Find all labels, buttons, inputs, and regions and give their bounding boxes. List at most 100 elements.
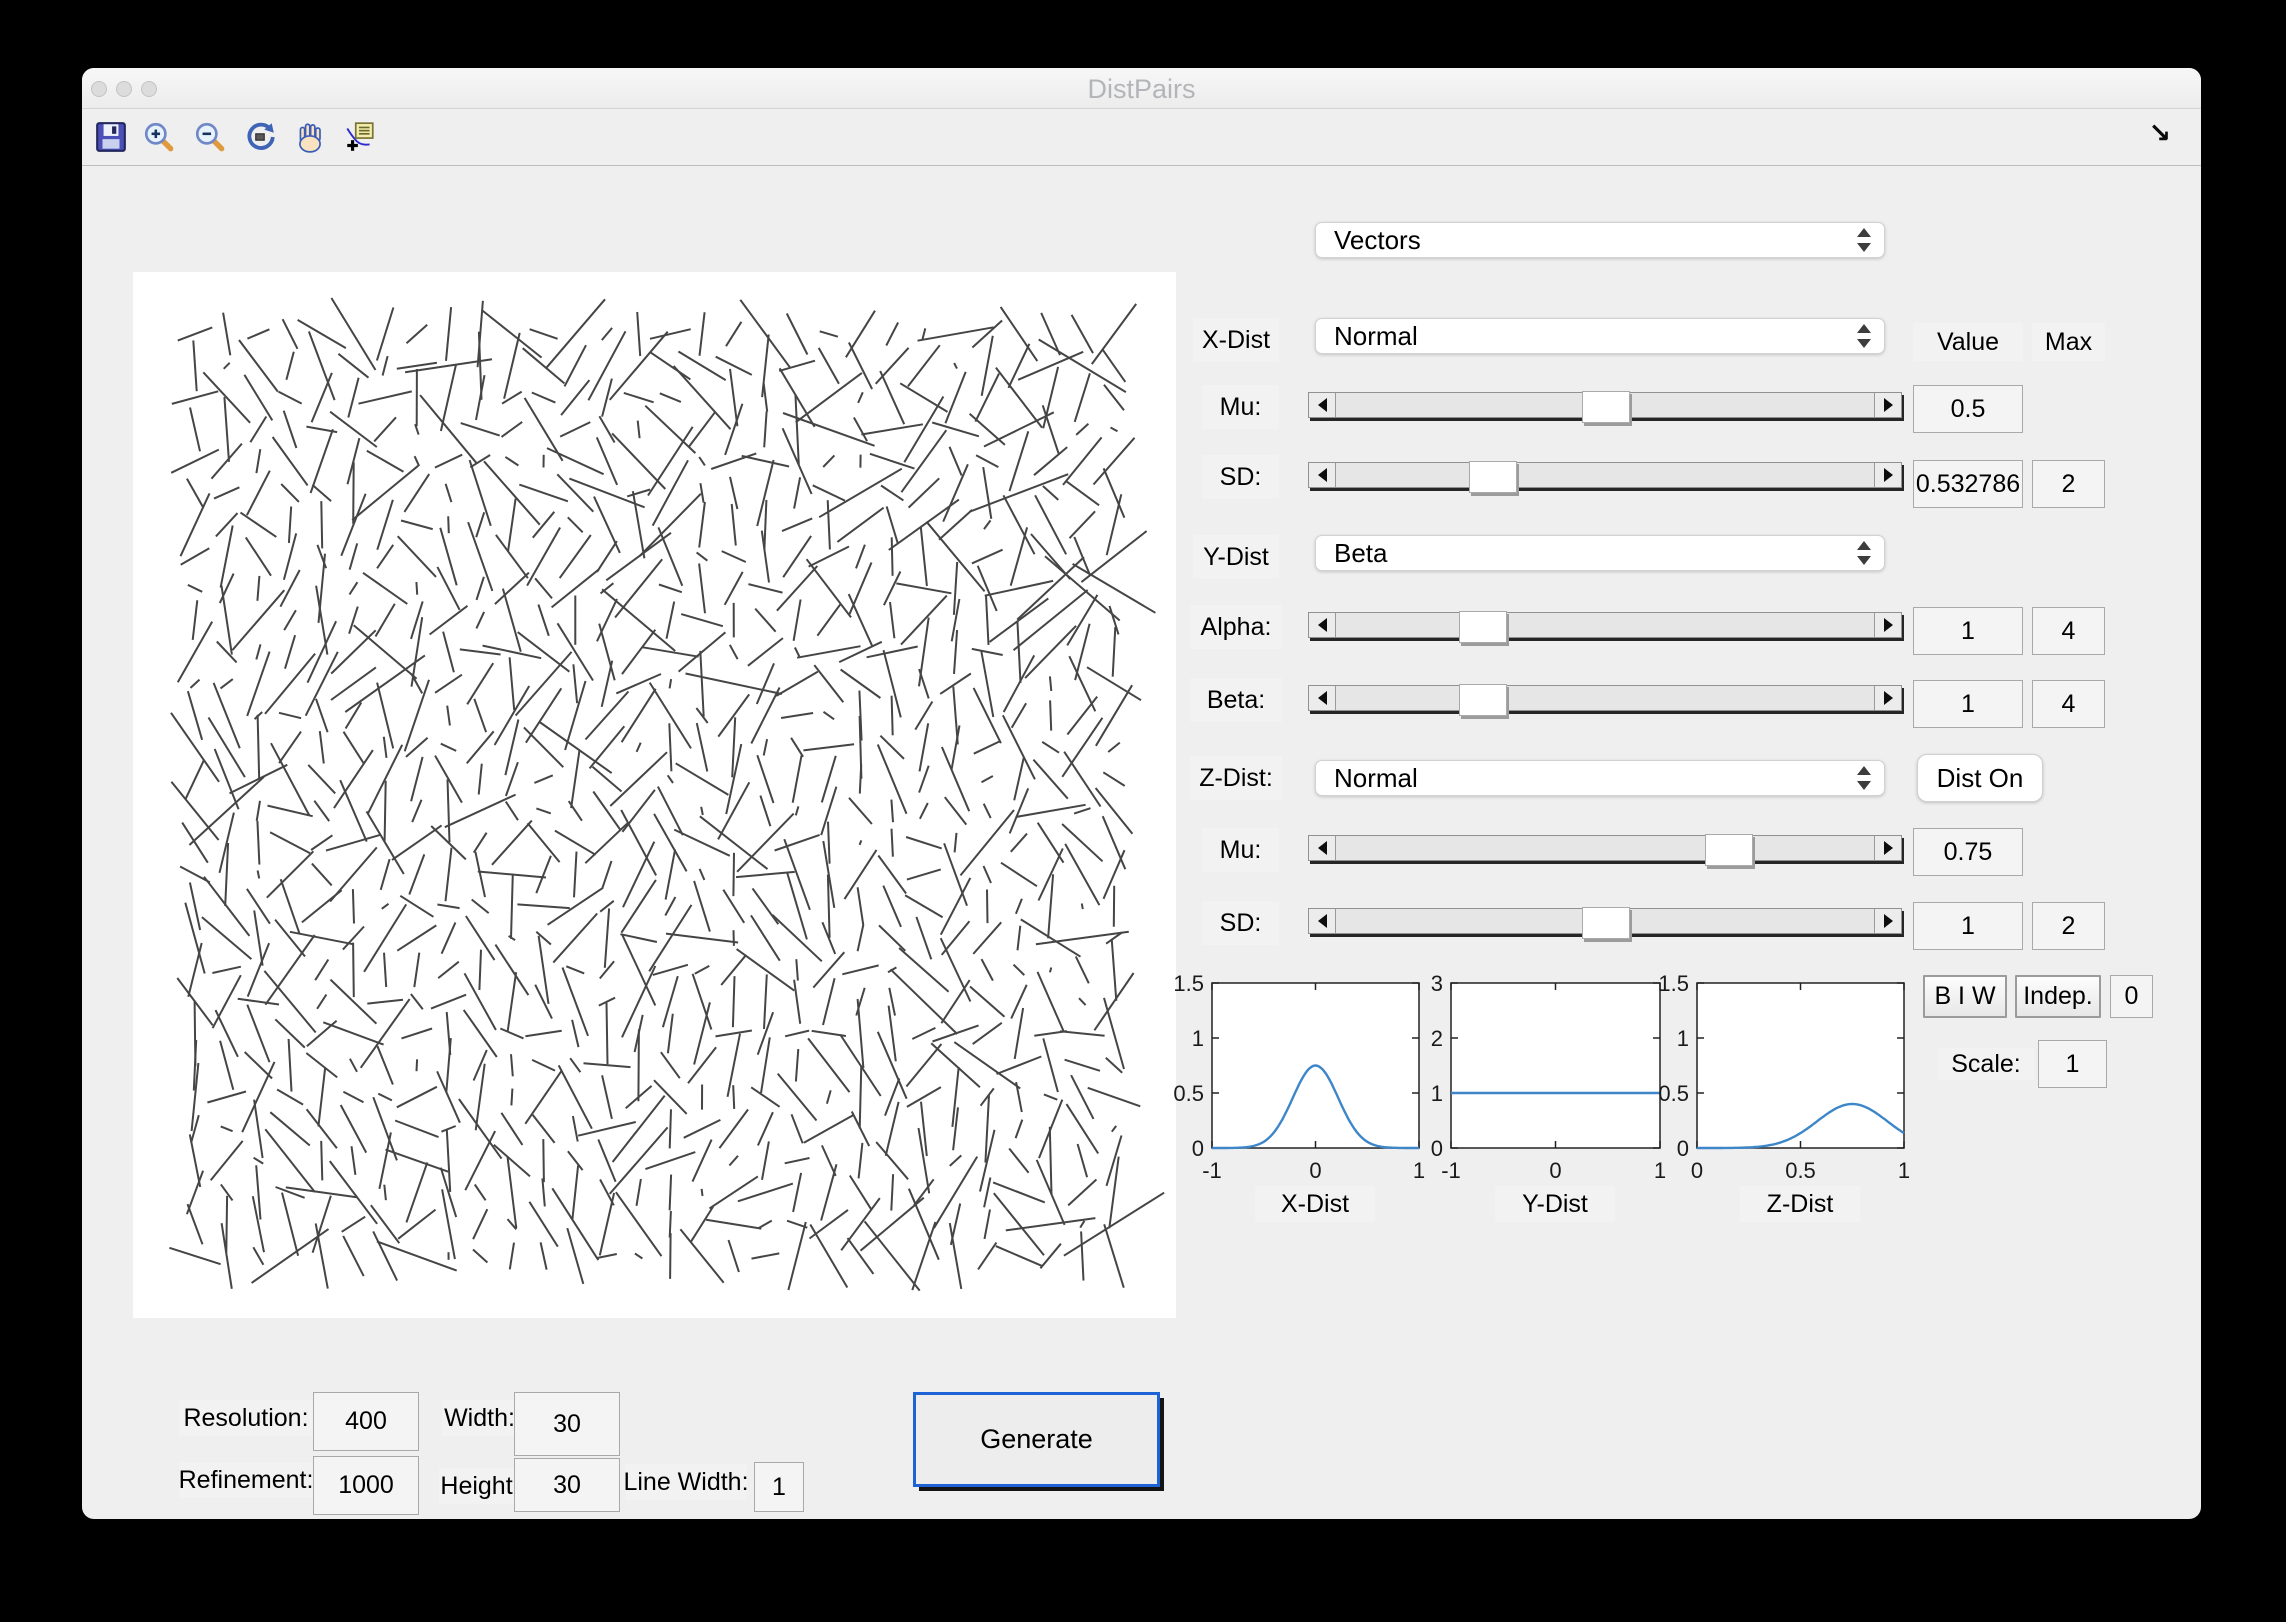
- x-mu-slider[interactable]: [1308, 391, 1902, 423]
- svg-text:0: 0: [1309, 1158, 1321, 1183]
- chevron-updown-icon: [1857, 765, 1871, 791]
- width-label: Width:: [442, 1400, 517, 1436]
- beta-max-field[interactable]: [2032, 680, 2105, 728]
- svg-text:0: 0: [1691, 1158, 1703, 1183]
- chevron-updown-icon: [1857, 227, 1871, 253]
- x-dist-label: X-Dist: [1193, 318, 1279, 362]
- z-dist-dropdown[interactable]: Normal: [1315, 760, 1885, 796]
- resolution-field[interactable]: [313, 1392, 419, 1451]
- alpha-max-field[interactable]: [2032, 607, 2105, 655]
- alpha-slider[interactable]: [1308, 611, 1902, 643]
- z-mu-slider[interactable]: [1308, 834, 1902, 866]
- y-dist-dropdown[interactable]: Beta: [1315, 535, 1885, 571]
- svg-text:1.5: 1.5: [1658, 975, 1689, 996]
- figure-toolbar: ↘: [82, 109, 2201, 166]
- chevron-updown-icon: [1857, 540, 1871, 566]
- svg-text:0: 0: [1677, 1136, 1689, 1161]
- beta-value-field[interactable]: [1913, 680, 2023, 728]
- generate-button[interactable]: Generate: [913, 1392, 1160, 1487]
- pan-hand-icon[interactable]: [293, 120, 327, 154]
- z-mu-label: Mu:: [1202, 828, 1279, 872]
- svg-text:3: 3: [1431, 975, 1443, 996]
- scale-label: Scale:: [1938, 1048, 2034, 1080]
- z-sd-max-field[interactable]: [2032, 902, 2105, 950]
- refinement-field[interactable]: [313, 1456, 419, 1515]
- svg-text:0: 0: [1431, 1136, 1443, 1161]
- z-sd-label: SD:: [1202, 901, 1279, 945]
- indep-value-field[interactable]: [2110, 975, 2153, 1018]
- slider-left-arrow-icon[interactable]: [1309, 613, 1336, 637]
- bw-toggle-button[interactable]: B I W: [1923, 975, 2007, 1018]
- window-title: DistPairs: [1087, 74, 1196, 104]
- x-sd-slider-thumb[interactable]: [1469, 461, 1517, 493]
- width-field[interactable]: [514, 1392, 620, 1456]
- x-sd-max-field[interactable]: [2032, 460, 2105, 508]
- svg-text:0: 0: [1549, 1158, 1561, 1183]
- slider-right-arrow-icon[interactable]: [1874, 613, 1901, 637]
- resolution-label: Resolution:: [179, 1400, 313, 1436]
- slider-right-arrow-icon[interactable]: [1874, 686, 1901, 710]
- x-mu-slider-thumb[interactable]: [1582, 391, 1630, 423]
- x-sd-value-field[interactable]: [1913, 460, 2023, 508]
- height-field[interactable]: [514, 1458, 620, 1512]
- z-mu-slider-thumb[interactable]: [1705, 834, 1753, 866]
- svg-text:0.5: 0.5: [1658, 1081, 1689, 1106]
- scale-value-field[interactable]: [2038, 1040, 2107, 1088]
- z-sd-slider-thumb[interactable]: [1582, 907, 1630, 939]
- slider-right-arrow-icon[interactable]: [1874, 393, 1901, 417]
- title-bar: DistPairs: [82, 68, 2201, 109]
- x-dist-mini-plot: -1 0 100.511.5: [1173, 975, 1425, 1183]
- x-dist-dropdown[interactable]: Normal: [1315, 318, 1885, 354]
- zoom-out-icon[interactable]: [193, 120, 227, 154]
- line-width-label: Line Width:: [623, 1464, 749, 1500]
- svg-text:2: 2: [1431, 1026, 1443, 1051]
- z-sd-value-field[interactable]: [1913, 902, 2023, 950]
- y-dist-plot-axis-label: Y-Dist: [1495, 1186, 1615, 1222]
- svg-text:1: 1: [1898, 1158, 1910, 1183]
- alpha-value-field[interactable]: [1913, 607, 2023, 655]
- z-sd-slider[interactable]: [1308, 907, 1902, 939]
- vector-field-plot[interactable]: [133, 272, 1176, 1318]
- slider-left-arrow-icon[interactable]: [1309, 463, 1336, 487]
- chevron-updown-icon: [1857, 323, 1871, 349]
- plot-type-dropdown[interactable]: Vectors: [1315, 222, 1885, 258]
- z-mu-value-field[interactable]: [1913, 828, 2023, 876]
- beta-slider[interactable]: [1308, 684, 1902, 716]
- zoom-in-icon[interactable]: [142, 120, 176, 154]
- dist-on-button[interactable]: Dist On: [1917, 754, 2043, 802]
- save-icon[interactable]: [94, 120, 128, 154]
- slider-right-arrow-icon[interactable]: [1874, 836, 1901, 860]
- slider-right-arrow-icon[interactable]: [1874, 909, 1901, 933]
- slider-left-arrow-icon[interactable]: [1309, 686, 1336, 710]
- svg-text:1: 1: [1192, 1026, 1204, 1051]
- app-window: DistPairs ↘ Vectors X-Dist Normal Value …: [82, 68, 2201, 1519]
- x-mu-value-field[interactable]: [1913, 385, 2023, 433]
- slider-left-arrow-icon[interactable]: [1309, 836, 1336, 860]
- svg-text:-1: -1: [1441, 1158, 1461, 1183]
- x-sd-slider[interactable]: [1308, 461, 1902, 493]
- refinement-label: Refinement:: [179, 1462, 313, 1498]
- alpha-slider-thumb[interactable]: [1459, 611, 1507, 643]
- svg-text:0.5: 0.5: [1173, 1081, 1204, 1106]
- vector-field-canvas: [169, 297, 1165, 1292]
- y-dist-mini-plot: -1 0 10123: [1431, 975, 1666, 1183]
- z-dist-plot-axis-label: Z-Dist: [1740, 1186, 1860, 1222]
- line-width-field[interactable]: [754, 1462, 804, 1512]
- beta-slider-thumb[interactable]: [1459, 684, 1507, 716]
- svg-text:0.5: 0.5: [1785, 1158, 1816, 1183]
- rotate-3d-icon[interactable]: [243, 120, 277, 154]
- indep-button[interactable]: Indep.: [2015, 975, 2101, 1018]
- alpha-label: Alpha:: [1190, 605, 1282, 649]
- svg-text:1.5: 1.5: [1173, 975, 1204, 996]
- dock-figure-icon[interactable]: ↘: [2148, 117, 2171, 151]
- svg-text:-1: -1: [1202, 1158, 1222, 1183]
- x-sd-label: SD:: [1202, 455, 1279, 499]
- data-cursor-icon[interactable]: [343, 120, 377, 154]
- screen: DistPairs ↘ Vectors X-Dist Normal Value …: [0, 0, 2286, 1622]
- slider-left-arrow-icon[interactable]: [1309, 909, 1336, 933]
- z-dist-value: Normal: [1334, 762, 1418, 793]
- slider-right-arrow-icon[interactable]: [1874, 463, 1901, 487]
- max-column-header: Max: [2032, 323, 2105, 361]
- plot-type-value: Vectors: [1334, 224, 1421, 255]
- slider-left-arrow-icon[interactable]: [1309, 393, 1336, 417]
